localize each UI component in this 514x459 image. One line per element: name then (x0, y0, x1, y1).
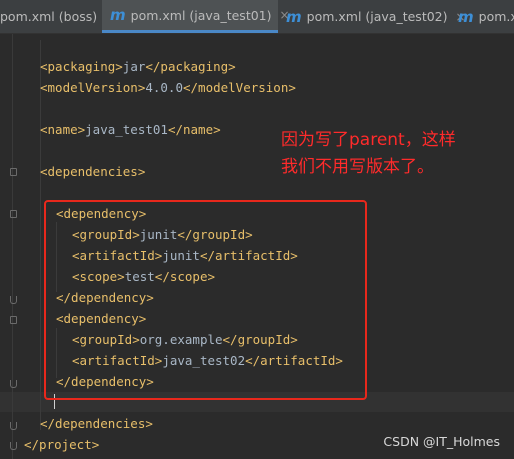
csdn-watermark: CSDN @IT_Holmes (383, 434, 500, 449)
fold-marker-icon[interactable] (10, 210, 17, 218)
indent-guide (40, 40, 41, 430)
fold-end-marker-icon[interactable] (10, 380, 17, 388)
code-line: <packaging>jar</packaging> (40, 56, 236, 77)
code-text: </dependencies> (40, 416, 153, 431)
annotation-line: 因为写了parent，这样 (281, 130, 456, 150)
maven-file-icon: m (286, 7, 302, 26)
tab-label: pom.xml (java_test01) (130, 7, 272, 23)
code-text: <packaging>jar</packaging> (40, 59, 236, 74)
tab-pom-boss[interactable]: pom.xml (boss) × (0, 0, 115, 33)
tab-pom-java-test01[interactable]: m pom.xml (java_test01) × (102, 0, 290, 33)
code-text: </project> (24, 437, 100, 452)
fold-marker-icon[interactable] (10, 168, 17, 176)
editor-tab-bar: pom.xml (boss) × m pom.xml (java_test01)… (0, 0, 514, 34)
annotation-note: 因为写了parent，这样 我们不用写版本了。 (281, 127, 503, 181)
code-text: <dependencies> (40, 164, 146, 179)
fold-marker-icon[interactable] (10, 316, 17, 324)
fold-end-marker-icon[interactable] (10, 422, 17, 430)
fold-end-marker-icon[interactable] (10, 442, 17, 450)
tab-label: pom.x (478, 9, 514, 24)
annotation-line: 我们不用写版本了。 (281, 157, 434, 177)
dependencies-highlight-box (44, 200, 367, 400)
fold-end-marker-icon[interactable] (10, 296, 17, 304)
code-text: <name>java_test01</name> (40, 122, 221, 137)
code-line: <modelVersion>4.0.0</modelVersion> (40, 77, 296, 98)
code-line: <dependencies> (40, 161, 145, 182)
code-line: </project> (24, 434, 99, 455)
code-line: <name>java_test01</name> (40, 119, 221, 140)
maven-file-icon: m (110, 6, 126, 24)
tab-pom-java-test02[interactable]: m pom.xml (java_test02) × (278, 0, 466, 33)
tab-label: pom.xml (java_test02) (306, 9, 448, 24)
code-line: </dependencies> (40, 413, 153, 434)
tab-pom-overflow[interactable]: m pom.x (450, 0, 514, 33)
code-text: <modelVersion>4.0.0</modelVersion> (40, 80, 296, 95)
maven-file-icon: m (458, 7, 474, 26)
tab-label: pom.xml (boss) (0, 9, 98, 24)
gutter-divider (12, 34, 13, 459)
